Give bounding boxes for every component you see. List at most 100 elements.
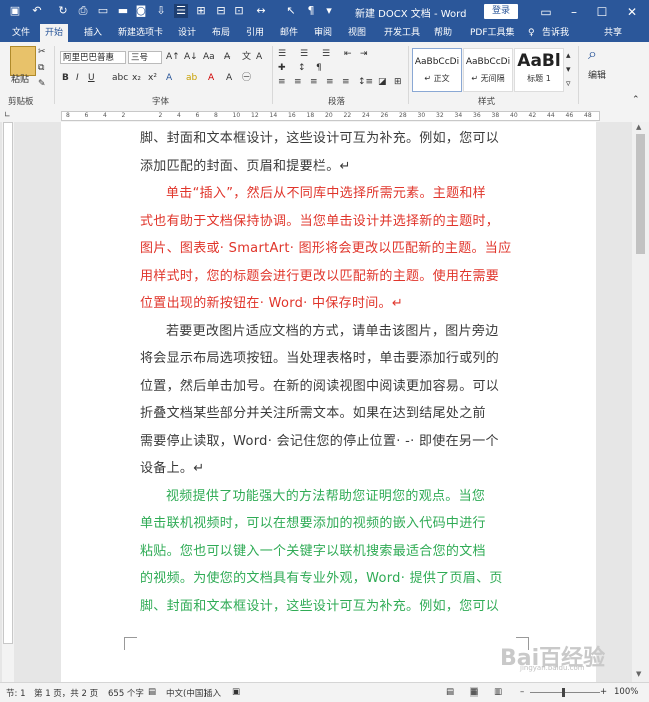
document-page[interactable]: 脚、封面和文本框设计，这些设计可互为补充。例如，您可以 添加匹配的封面、页眉和提要…: [61, 122, 596, 682]
document-line[interactable]: 单击“插入”，然后从不同库中选择所需元素。主题和样: [140, 180, 546, 208]
copy-icon[interactable]: ⧉: [38, 62, 44, 74]
document-line[interactable]: 脚、封面和文本框设计，这些设计可互为补充。例如，您可以: [140, 593, 520, 621]
scroll-down-icon[interactable]: ▼: [636, 670, 641, 678]
horizontal-ruler[interactable]: ∟ 8 6 4 2 2 4 6 8 10 12 14 16 18 20 22 24 26 28 30 32 34 36 38…: [0, 108, 649, 122]
bold-icon[interactable]: B: [62, 72, 69, 84]
close-icon[interactable]: ✕: [624, 4, 640, 20]
format-painter-icon[interactable]: ✎: [38, 78, 46, 90]
superscript-icon[interactable]: x²: [148, 72, 157, 84]
underline-icon[interactable]: U: [88, 72, 95, 84]
borders-icon[interactable]: ⊡: [232, 4, 246, 18]
document-line[interactable]: 将会显示布局选项按钮。当处理表格时，单击要添加行或列的: [140, 345, 520, 373]
shrink-font-icon[interactable]: A↓: [184, 51, 198, 63]
pinyin-icon[interactable]: 文: [242, 51, 251, 63]
cut-icon[interactable]: ✂: [38, 46, 46, 58]
sort-icon[interactable]: ↕: [298, 62, 306, 74]
width-icon[interactable]: ↔: [254, 4, 268, 18]
editing-button[interactable]: 编辑: [588, 70, 606, 82]
chinese-layout-icon[interactable]: ✚: [278, 62, 286, 74]
redo-icon[interactable]: ↻: [56, 4, 70, 18]
document-line[interactable]: 添加匹配的封面、页眉和提要栏。↵: [140, 153, 520, 181]
vertical-scrollbar[interactable]: ▲ ▼: [632, 122, 649, 682]
customize-quick-access-icon[interactable]: ▾: [322, 4, 336, 18]
char-border-icon[interactable]: A: [256, 51, 262, 63]
status-word-count[interactable]: 655 个字: [108, 687, 144, 699]
decrease-indent-icon[interactable]: ⇤: [344, 48, 352, 60]
document-line[interactable]: 设备上。↵: [140, 455, 520, 483]
styles-scroll-up-icon[interactable]: ▴: [566, 50, 571, 62]
tab-layout[interactable]: 布局: [212, 27, 230, 39]
document-line[interactable]: 位置出现的新按钮在· Word· 中保存时间。↵: [140, 290, 520, 318]
tab-help[interactable]: 帮助: [434, 27, 452, 39]
ribbon-display-icon[interactable]: ▭: [538, 4, 554, 20]
zoom-slider-thumb[interactable]: [562, 688, 565, 697]
show-marks-icon[interactable]: ¶: [316, 62, 322, 74]
zoom-out-icon[interactable]: –: [520, 687, 524, 697]
font-name-select[interactable]: 阿里巴巴普惠: [60, 51, 126, 64]
paste-icon[interactable]: [10, 46, 36, 76]
style-heading-1[interactable]: AaBl 标题 1: [514, 48, 564, 92]
highlight-icon[interactable]: ab: [186, 72, 197, 84]
subscript-icon[interactable]: x₂: [132, 72, 141, 84]
align-left-icon[interactable]: ≡: [278, 76, 286, 88]
share-button[interactable]: 共享: [604, 27, 622, 39]
lightbulb-icon[interactable]: ♀: [528, 27, 535, 39]
zoom-level[interactable]: 100%: [614, 687, 638, 697]
tab-mailings[interactable]: 邮件: [280, 27, 298, 39]
increase-indent-icon[interactable]: ⇥: [360, 48, 368, 60]
change-case-icon[interactable]: Aa: [203, 51, 215, 63]
tab-home[interactable]: 开始: [40, 24, 69, 42]
bullets-icon[interactable]: ☰: [278, 48, 286, 60]
grow-font-icon[interactable]: A↑: [166, 51, 180, 63]
document-line[interactable]: 位置，然后单击加号。在新的阅读视图中阅读更加容易。可以: [140, 373, 520, 401]
document-line[interactable]: 图片、图表或· SmartArt· 图形将会更改以匹配新的主题。当应: [140, 235, 520, 263]
document-line[interactable]: 用样式时，您的标题会进行更改以匹配新的主题。使用在需要: [140, 263, 520, 291]
clear-format-icon[interactable]: A̶: [224, 51, 230, 63]
table-icon[interactable]: ⊟: [214, 4, 228, 18]
document-line[interactable]: 折叠文档某些部分并关注所需文本。如果在达到结尾处之前: [140, 400, 520, 428]
vertical-ruler[interactable]: [2, 122, 14, 682]
undo-icon[interactable]: ↶: [30, 4, 44, 18]
proofing-icon[interactable]: ▤: [148, 687, 156, 697]
distributed-icon[interactable]: ≡: [342, 76, 350, 88]
save-as-icon[interactable]: ◙: [134, 4, 148, 18]
status-page[interactable]: 第 1 页，共 2 页: [34, 687, 98, 699]
status-section[interactable]: 节: 1: [6, 687, 25, 699]
tab-developer[interactable]: 开发工具: [384, 27, 420, 39]
tab-review[interactable]: 审阅: [314, 27, 332, 39]
read-mode-view-icon[interactable]: ▤: [446, 687, 454, 697]
font-size-select[interactable]: 三号: [128, 51, 162, 64]
open-folder-icon[interactable]: ▬: [116, 4, 130, 18]
document-line[interactable]: 需要停止读取，Word· 会记住您的停止位置· -· 即使在另一个: [140, 428, 520, 456]
tell-me-search[interactable]: 告诉我: [542, 27, 569, 39]
style-no-spacing[interactable]: AaBbCcDi ↵ 无间隔: [463, 48, 513, 92]
justify-icon[interactable]: ≡: [326, 76, 334, 88]
enclose-char-icon[interactable]: ㊀: [242, 72, 251, 84]
login-button[interactable]: 登录: [484, 4, 518, 19]
pointer-icon[interactable]: ↖: [284, 4, 298, 18]
document-line[interactable]: 脚、封面和文本框设计，这些设计可互为补充。例如，您可以: [140, 125, 520, 153]
align-right-icon[interactable]: ≡: [310, 76, 318, 88]
maximize-icon[interactable]: ☐: [594, 4, 610, 20]
document-line[interactable]: 视频提供了功能强大的方法帮助您证明您的观点。当您: [140, 483, 546, 511]
print-layout-view-icon[interactable]: ▦: [470, 687, 479, 697]
status-insert-mode[interactable]: 插入: [204, 687, 221, 699]
new-document-icon[interactable]: ▭: [96, 4, 110, 18]
paragraph-shading-icon[interactable]: ◪: [378, 76, 387, 88]
zoom-in-icon[interactable]: +: [600, 687, 607, 697]
tab-new-tab[interactable]: 新建选项卡: [118, 27, 163, 39]
web-layout-view-icon[interactable]: ▥: [494, 687, 502, 697]
tab-pdf-tools[interactable]: PDF工具集: [470, 27, 515, 39]
paragraph-border-icon[interactable]: ⊞: [394, 76, 402, 88]
paragraph-icon[interactable]: ¶: [304, 4, 318, 18]
align-center-icon[interactable]: ≡: [294, 76, 302, 88]
styles-more-icon[interactable]: ▿: [566, 78, 571, 90]
collapse-ribbon-icon[interactable]: ⌃: [632, 94, 640, 106]
tab-file[interactable]: 文件: [12, 27, 30, 39]
export-icon[interactable]: ⇩: [154, 4, 168, 18]
style-normal[interactable]: AaBbCcDi ↵ 正文: [412, 48, 462, 92]
print-preview-icon[interactable]: ⎙: [76, 4, 90, 18]
minimize-icon[interactable]: –: [566, 4, 582, 20]
font-color-icon[interactable]: A: [208, 72, 214, 84]
search-icon[interactable]: ⌕: [588, 46, 597, 62]
